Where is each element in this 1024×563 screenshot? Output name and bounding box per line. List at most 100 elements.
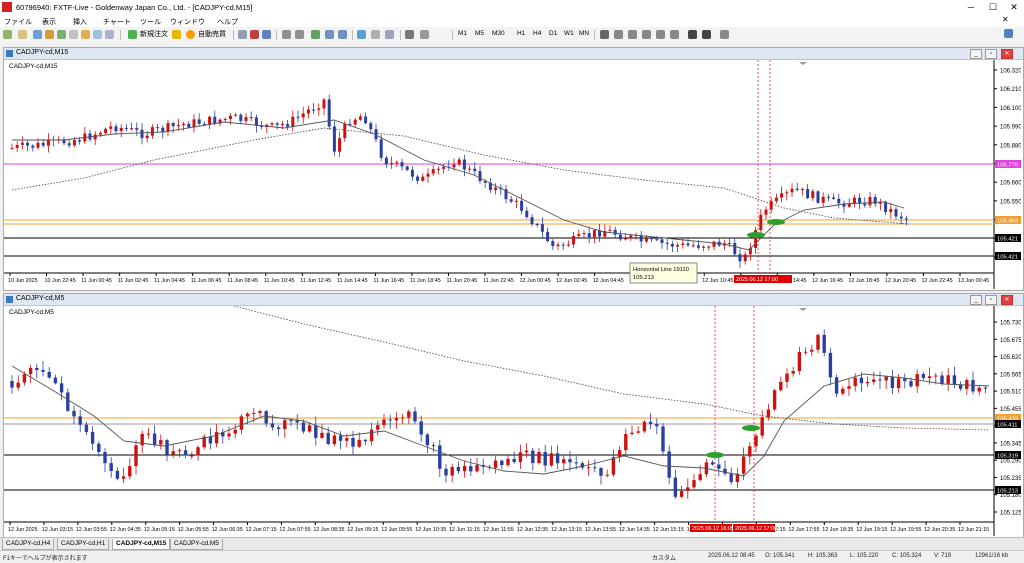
candle-body — [512, 458, 516, 463]
arrow-icon[interactable] — [600, 30, 609, 39]
tf-m5[interactable]: M5 — [475, 30, 484, 37]
history-icon[interactable] — [105, 30, 114, 39]
equidistant-channel-icon[interactable] — [656, 30, 665, 39]
candle-body — [196, 447, 200, 456]
line-chart-icon[interactable] — [262, 30, 271, 39]
tf-d1[interactable]: D1 — [549, 30, 557, 37]
status-bar: F1キーでヘルプが表示されます カスタム 2025.06.12 08:45 O:… — [0, 550, 1024, 563]
window-restore-button[interactable]: ▫ — [985, 295, 997, 305]
maximize-icon[interactable]: ☐ — [984, 2, 1002, 13]
candle-body — [826, 196, 830, 198]
candle-body — [712, 241, 716, 247]
time-label: 12 Jun 07:55 — [279, 527, 310, 533]
price-badge-text: 105.463 — [997, 218, 1018, 224]
options-icon[interactable] — [93, 30, 102, 39]
candle-body — [165, 440, 169, 455]
data-window-icon[interactable] — [45, 30, 54, 39]
auto-trade-button[interactable]: 自動売買 — [197, 29, 227, 40]
candle-body — [358, 116, 362, 120]
vline-time-text: 2025.06.12 17:00 — [736, 277, 778, 283]
new-order-button[interactable]: 新規注文 — [139, 29, 169, 40]
menu-tools[interactable]: ツール — [140, 17, 161, 27]
menu-help[interactable]: ヘルプ — [217, 17, 238, 27]
tab-m5[interactable]: CADJPY-cd,M5 — [170, 539, 223, 550]
candle-body — [927, 376, 932, 379]
tab-h4[interactable]: CADJPY-cd,H4 — [2, 539, 55, 550]
candle-body — [514, 200, 518, 202]
menu-insert[interactable]: 挿入 — [73, 17, 87, 27]
chart-window-m15-title: CADJPY-cd,M15 — [16, 49, 69, 56]
profiles-icon[interactable] — [18, 30, 27, 39]
fibonacci-icon[interactable] — [670, 30, 679, 39]
periods-icon[interactable] — [371, 30, 380, 39]
indicators-icon[interactable] — [357, 30, 366, 39]
tf-w1[interactable]: W1 — [564, 30, 574, 37]
crosshair-icon[interactable] — [420, 30, 429, 39]
time-label: 12 Jun 08:35 — [313, 527, 344, 533]
new-chart-icon[interactable] — [3, 30, 12, 39]
candle-body — [478, 171, 482, 182]
tf-h1[interactable]: H1 — [517, 30, 525, 37]
trendline-icon[interactable] — [642, 30, 651, 39]
tf-mn[interactable]: MN — [579, 30, 589, 37]
navigator-icon[interactable] — [57, 30, 66, 39]
menu-chart[interactable]: チャート — [103, 17, 131, 27]
cursor-icon[interactable] — [405, 30, 414, 39]
window-close-button[interactable]: ✕ — [1001, 49, 1013, 59]
window-minimize-button[interactable]: _ — [970, 295, 982, 305]
chart-window-m15-titlebar[interactable]: CADJPY-cd,M15 _ ▫ ✕ — [4, 48, 1023, 60]
chart-window-m5-titlebar[interactable]: CADJPY-cd,M5 _ ▫ ✕ — [4, 294, 1023, 306]
market-watch-icon[interactable] — [33, 30, 42, 39]
text-icon[interactable] — [688, 30, 697, 39]
tester-icon[interactable] — [81, 30, 90, 39]
window-close-button[interactable]: ✕ — [1001, 295, 1013, 305]
candlestick-icon[interactable] — [250, 30, 259, 39]
candle-body — [442, 166, 446, 169]
metaeditor-icon[interactable] — [172, 30, 181, 39]
tile-icon[interactable] — [311, 30, 320, 39]
candle-body — [692, 480, 696, 488]
time-label: 12 Jun 11:55 — [483, 527, 514, 533]
candle-body — [655, 423, 659, 427]
horizontal-line-icon[interactable] — [628, 30, 637, 39]
candle-body — [772, 390, 777, 410]
search-icon[interactable] — [1004, 29, 1013, 38]
chart-m5[interactable]: CADJPY-cd,M5 105.730 105.675 105.620 105.565… — [4, 306, 1021, 536]
candle-body — [457, 159, 461, 165]
window-restore-button[interactable]: ▫ — [985, 49, 997, 59]
tab-m15[interactable]: CADJPY-cd,M15 — [112, 539, 171, 550]
chart-m15[interactable]: CADJPY-cd,M15 106.320 106.210 106.100 105.99… — [4, 60, 1021, 289]
mdi-close-icon[interactable]: ✕ — [1002, 15, 1009, 24]
close-icon[interactable]: ✕ — [1005, 2, 1023, 13]
zoom-out-icon[interactable] — [295, 30, 304, 39]
chart-window-m5[interactable]: CADJPY-cd,M5 _ ▫ ✕ CADJPY-cd,M5 105.730 10… — [3, 293, 1024, 538]
candle-body — [568, 459, 572, 463]
candle-body — [343, 123, 347, 139]
candle-body — [859, 377, 864, 384]
menu-file[interactable]: ファイル — [4, 17, 32, 27]
candle-body — [405, 166, 409, 170]
chart-shift-icon[interactable] — [338, 30, 347, 39]
candle-body — [555, 453, 560, 464]
window-minimize-button[interactable]: _ — [970, 49, 982, 59]
label-icon[interactable] — [702, 30, 711, 39]
terminal-icon[interactable] — [69, 30, 78, 39]
time-label: 12 Jun 12:35 — [517, 527, 548, 533]
arrows-menu-icon[interactable] — [720, 30, 729, 39]
templates-icon[interactable] — [385, 30, 394, 39]
bar-chart-icon[interactable] — [238, 30, 247, 39]
zoom-in-icon[interactable] — [282, 30, 291, 39]
candle-body — [128, 466, 132, 477]
menu-view[interactable]: 表示 — [42, 17, 56, 27]
candle-body — [438, 445, 442, 469]
tf-h4[interactable]: H4 — [533, 30, 541, 37]
tab-h1[interactable]: CADJPY-cd,H1 — [57, 539, 110, 550]
chart-window-m15[interactable]: CADJPY-cd,M15 _ ▫ ✕ CADJPY-cd,M15 106.320… — [3, 47, 1024, 291]
minimize-icon[interactable]: ─ — [962, 2, 980, 12]
vertical-line-icon[interactable] — [614, 30, 623, 39]
status-volume: V: 719 — [934, 553, 952, 559]
tf-m30[interactable]: M30 — [492, 30, 505, 37]
autoscroll-icon[interactable] — [325, 30, 334, 39]
menu-window[interactable]: ウィンドウ — [170, 17, 205, 27]
tf-m1[interactable]: M1 — [458, 30, 467, 37]
